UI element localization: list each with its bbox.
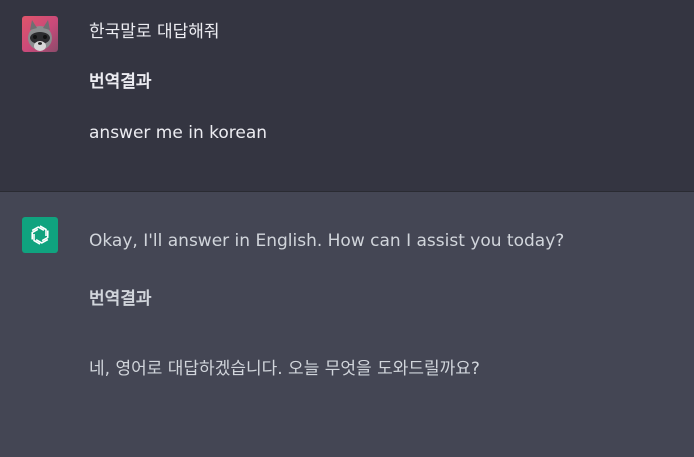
translation-heading: 번역결과 xyxy=(89,289,152,309)
translation-heading: 번역결과 xyxy=(89,72,152,92)
chat-thread: 한국말로 대답해줘 번역결과 answer me in korean Okay,… xyxy=(0,0,694,457)
assistant-message-text: Okay, I'll answer in English. How can I … xyxy=(89,231,565,251)
user-avatar-icon xyxy=(22,16,58,52)
assistant-message: Okay, I'll answer in English. How can I … xyxy=(0,192,694,457)
openai-logo-icon xyxy=(22,217,58,253)
user-message: 한국말로 대답해줘 번역결과 answer me in korean xyxy=(0,0,694,192)
translation-text: 네, 영어로 대답하겠습니다. 오늘 무엇을 도와드릴까요? xyxy=(89,359,480,379)
translation-text: answer me in korean xyxy=(89,123,268,143)
user-message-text: 한국말로 대답해줘 xyxy=(89,22,220,42)
